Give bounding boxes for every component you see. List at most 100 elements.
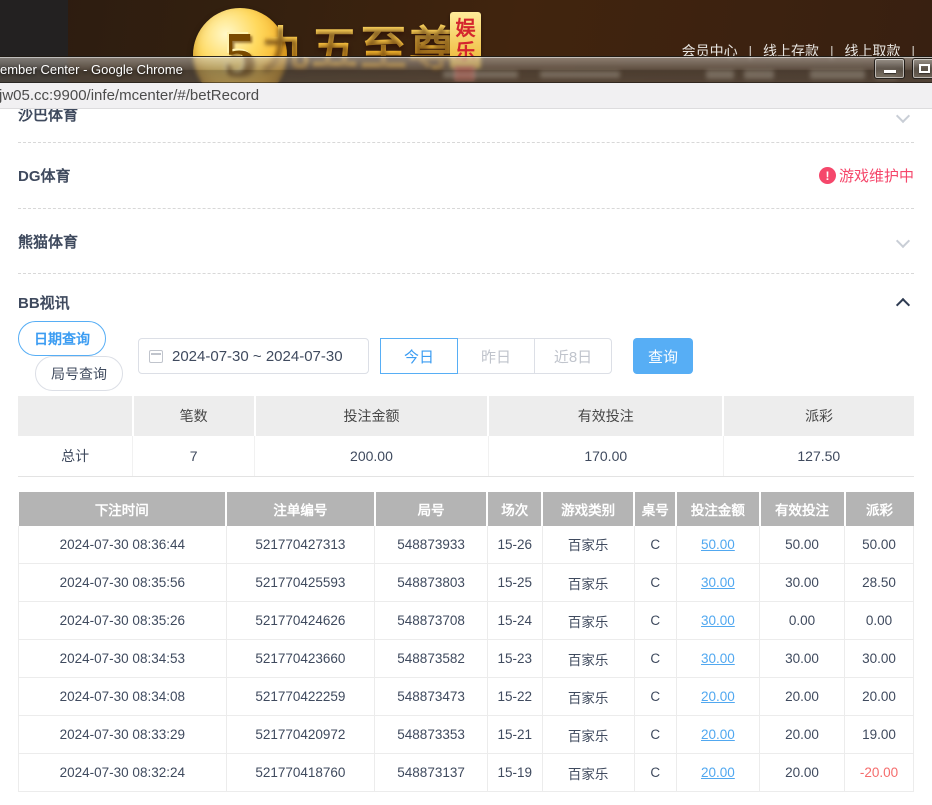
minimize-icon: [884, 70, 896, 73]
bet-record-table: 下注时间注单编号局号场次游戏类别桌号投注金额有效投注派彩 2024-07-30 …: [18, 492, 914, 793]
summary-table: 笔数投注金额有效投注派彩 总计 7 200.00 170.00 127.50: [18, 396, 914, 477]
bet-amount-link[interactable]: 30.00: [701, 651, 735, 666]
glass-blur-blob: [540, 71, 620, 78]
bet-table-header-cell: 投注金额: [676, 492, 759, 526]
maximize-button[interactable]: [912, 58, 932, 79]
cell-bet-time: 2024-07-30 08:35:26: [19, 602, 227, 640]
date-range-input[interactable]: 2024-07-30 ~ 2024-07-30: [138, 338, 369, 374]
bet-table-header-cell: 场次: [487, 492, 542, 526]
calendar-icon: [149, 350, 163, 363]
quick-range-button[interactable]: 昨日: [457, 338, 535, 374]
summary-total-row: 总计 7 200.00 170.00 127.50: [18, 436, 914, 476]
cell-order-no: 521770427313: [226, 526, 375, 564]
cell-round-no: 548873933: [375, 526, 488, 564]
cell-bet-time: 2024-07-30 08:32:24: [19, 754, 227, 792]
maintenance-text: 游戏维护中: [839, 165, 914, 186]
cell-order-no: 521770424626: [226, 602, 375, 640]
summary-header-cell: [18, 396, 133, 436]
chevron-up-icon: [896, 298, 910, 312]
cell-session: 15-23: [487, 640, 542, 678]
cell-bet-amount: 20.00: [676, 716, 759, 754]
section-saba-sports[interactable]: 沙巴体育: [18, 109, 914, 142]
cell-round-no: 548873353: [375, 716, 488, 754]
cell-table-no: C: [634, 526, 676, 564]
bet-amount-link[interactable]: 20.00: [701, 689, 735, 704]
cell-game-type: 百家乐: [542, 754, 634, 792]
bet-table-header-cell: 游戏类别: [542, 492, 634, 526]
cell-session: 15-25: [487, 564, 542, 602]
logo-badge-char-top: 娱: [456, 18, 476, 41]
cell-table-no: C: [634, 754, 676, 792]
summary-header-cell: 有效投注: [488, 396, 723, 436]
window-titlebar[interactable]: ember Center - Google Chrome: [0, 56, 932, 83]
cell-payout: 28.50: [845, 564, 914, 602]
query-mode-button[interactable]: 日期查询: [18, 321, 106, 356]
bet-table-header-cell: 派彩: [845, 492, 914, 526]
summary-header-row: 笔数投注金额有效投注派彩: [18, 396, 914, 436]
cell-session: 15-19: [487, 754, 542, 792]
bet-amount-link[interactable]: 20.00: [701, 765, 735, 780]
cell-valid-bet: 50.00: [760, 526, 845, 564]
cell-game-type: 百家乐: [542, 640, 634, 678]
date-range-value: 2024-07-30 ~ 2024-07-30: [172, 348, 343, 365]
cell-game-type: 百家乐: [542, 526, 634, 564]
section-panda-sports[interactable]: 熊猫体育: [18, 209, 914, 273]
search-button[interactable]: 查询: [633, 338, 693, 374]
chevron-down-icon: [896, 109, 910, 123]
cell-order-no: 521770418760: [226, 754, 375, 792]
section-title: 沙巴体育: [18, 109, 78, 125]
quick-range-group: 今日昨日近8日: [381, 338, 612, 374]
minimize-button[interactable]: [874, 58, 905, 79]
summary-bet-amount: 200.00: [255, 436, 489, 476]
summary-count: 7: [133, 436, 255, 476]
section-bb-live[interactable]: BB视讯: [18, 274, 914, 330]
bet-table-header-cell: 下注时间: [19, 492, 227, 526]
bet-table-header-cell: 注单编号: [226, 492, 375, 526]
glass-blur-blob: [706, 70, 734, 79]
browser-urlbar[interactable]: jw05.cc:9900/infe/mcenter/#/betRecord: [0, 83, 932, 109]
query-mode-button[interactable]: 局号查询: [35, 356, 123, 391]
bet-table-body: 2024-07-30 08:36:44 521770427313 5488739…: [19, 526, 914, 792]
bet-amount-link[interactable]: 30.00: [701, 613, 735, 628]
cell-game-type: 百家乐: [542, 564, 634, 602]
cell-bet-time: 2024-07-30 08:34:08: [19, 678, 227, 716]
cell-bet-time: 2024-07-30 08:35:56: [19, 564, 227, 602]
cell-game-type: 百家乐: [542, 602, 634, 640]
table-row: 2024-07-30 08:33:29 521770420972 5488733…: [19, 716, 914, 754]
cell-order-no: 521770422259: [226, 678, 375, 716]
summary-header-cell: 笔数: [133, 396, 255, 436]
summary-payout: 127.50: [723, 436, 914, 476]
bet-amount-link[interactable]: 30.00: [701, 575, 735, 590]
cell-valid-bet: 30.00: [760, 640, 845, 678]
cell-payout: 0.00: [845, 602, 914, 640]
cell-table-no: C: [634, 602, 676, 640]
cell-bet-amount: 30.00: [676, 564, 759, 602]
cell-valid-bet: 20.00: [760, 678, 845, 716]
cell-round-no: 548873803: [375, 564, 488, 602]
cell-payout: 50.00: [845, 526, 914, 564]
bet-table-header-cell: 桌号: [634, 492, 676, 526]
cell-bet-time: 2024-07-30 08:34:53: [19, 640, 227, 678]
cell-bet-time: 2024-07-30 08:36:44: [19, 526, 227, 564]
table-row: 2024-07-30 08:36:44 521770427313 5488739…: [19, 526, 914, 564]
section-dg-sports[interactable]: DG体育 ! 游戏维护中: [18, 143, 914, 208]
query-mode-group: 日期查询局号查询: [18, 321, 123, 391]
cell-bet-amount: 30.00: [676, 602, 759, 640]
filter-row: 日期查询局号查询 2024-07-30 ~ 2024-07-30 今日昨日近8日…: [18, 338, 914, 374]
bet-amount-link[interactable]: 20.00: [701, 727, 735, 742]
cell-valid-bet: 0.00: [760, 602, 845, 640]
cell-session: 15-21: [487, 716, 542, 754]
cell-round-no: 548873708: [375, 602, 488, 640]
summary-valid-bet: 170.00: [488, 436, 723, 476]
section-title: BB视讯: [18, 292, 70, 313]
bet-amount-link[interactable]: 50.00: [701, 537, 735, 552]
cell-game-type: 百家乐: [542, 716, 634, 754]
table-row: 2024-07-30 08:35:56 521770425593 5488738…: [19, 564, 914, 602]
table-row: 2024-07-30 08:34:08 521770422259 5488734…: [19, 678, 914, 716]
quick-range-button[interactable]: 今日: [380, 338, 458, 374]
cell-order-no: 521770425593: [226, 564, 375, 602]
chrome-popup-window: ember Center - Google Chrome jw05.cc:990…: [0, 56, 932, 805]
quick-range-button[interactable]: 近8日: [534, 338, 612, 374]
table-row: 2024-07-30 08:32:24 521770418760 5488731…: [19, 754, 914, 792]
summary-header-cell: 派彩: [723, 396, 914, 436]
